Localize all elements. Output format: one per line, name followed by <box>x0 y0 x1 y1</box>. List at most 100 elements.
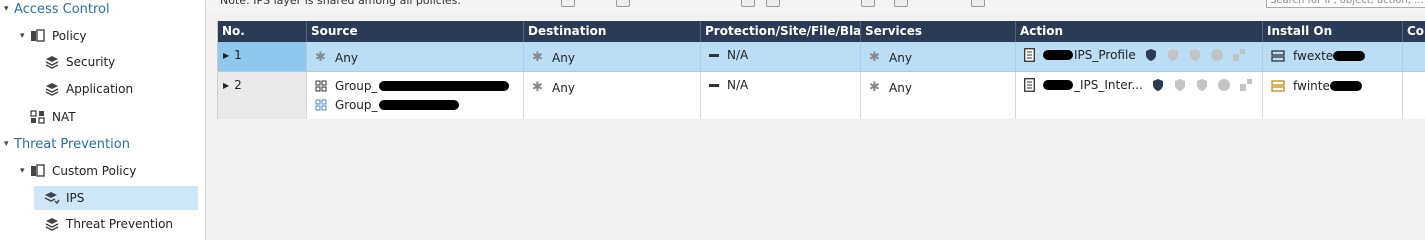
any-asterisk-icon: ✱ <box>315 50 326 65</box>
column-header-action[interactable]: Action <box>1016 21 1263 42</box>
layers-icon <box>44 81 60 97</box>
table-row[interactable]: ▶ 2 Group_ Group_ ✱ Any N/A ✱ Any _IPS_I… <box>218 72 1425 119</box>
ips-layers-icon <box>44 190 60 206</box>
collapse-caret-icon[interactable]: ▾ <box>20 31 30 41</box>
redacted-text <box>1043 50 1073 60</box>
comments-cell[interactable] <box>1403 42 1425 71</box>
tree-label: Application <box>66 82 134 96</box>
column-header-source[interactable]: Source <box>307 21 524 42</box>
install-target: fwinte <box>1293 79 1330 93</box>
redacted-text <box>1333 51 1366 61</box>
tree-label: IPS <box>66 191 85 205</box>
policy-book-icon <box>30 163 46 179</box>
rule-number-cell[interactable]: ▶ 2 <box>218 72 307 119</box>
source-value: Group_ <box>335 98 378 112</box>
protection-value: N/A <box>727 78 749 92</box>
action-cell[interactable]: _IPS_Inter... <box>1016 72 1263 119</box>
info-note: Note: IPS layer is shared among all poli… <box>220 0 461 7</box>
layers-icon <box>44 216 60 232</box>
search-input[interactable]: Search for IP, object, action, ... <box>1266 0 1425 8</box>
gateway-icon <box>1271 49 1285 63</box>
destination-cell[interactable]: ✱ Any <box>524 72 701 119</box>
destination-value: Any <box>552 50 575 65</box>
group-icon <box>315 80 327 92</box>
redacted-text <box>378 81 509 91</box>
toolbar-button[interactable] <box>741 0 755 7</box>
install-on-cell[interactable]: fwinte <box>1263 72 1403 119</box>
threat-emulation-icon <box>1210 49 1223 61</box>
install-target: fwexte <box>1293 49 1334 63</box>
tree-label: Policy <box>52 29 87 43</box>
collapse-caret-icon[interactable]: ▾ <box>4 4 14 14</box>
tree-item-threat-prevention-layer[interactable]: Threat Prevention <box>44 212 173 236</box>
toolbar-button[interactable] <box>561 0 575 7</box>
rule-number-cell[interactable]: ▶ 1 <box>218 42 307 71</box>
tree-label: NAT <box>52 110 76 124</box>
action-profile: IPS_Profile <box>1074 48 1136 62</box>
policy-toolbar: Note: IPS layer is shared among all poli… <box>206 0 1425 12</box>
app-root: ▾ Access Control ▾ Policy Security Appli… <box>0 0 1425 240</box>
destination-cell[interactable]: ✱ Any <box>524 42 701 71</box>
anti-bot-shield-icon <box>1174 79 1185 91</box>
toolbar-button[interactable] <box>894 0 908 7</box>
table-row[interactable]: ▶ 1 ✱ Any ✱ Any N/A ✱ Any IPS_Profile fw… <box>218 42 1425 72</box>
protection-cell[interactable]: N/A <box>701 72 861 119</box>
tree-label: Access Control <box>14 1 110 17</box>
source-cell[interactable]: Group_ Group_ <box>307 72 524 119</box>
any-asterisk-icon: ✱ <box>869 50 880 65</box>
tree-item-threat-prevention[interactable]: ▾ Threat Prevention <box>4 132 130 156</box>
any-asterisk-icon: ✱ <box>532 50 543 65</box>
source-value: Group_ <box>335 79 378 93</box>
tree-item-access-control[interactable]: ▾ Access Control <box>4 0 110 21</box>
services-cell[interactable]: ✱ Any <box>861 72 1016 119</box>
group-icon <box>315 99 327 111</box>
rulebase-table: No. Source Destination Protection/Site/F… <box>217 21 1425 119</box>
services-cell[interactable]: ✱ Any <box>861 42 1016 71</box>
table-header: No. Source Destination Protection/Site/F… <box>218 21 1425 42</box>
column-header-install-on[interactable]: Install On <box>1263 21 1403 42</box>
protection-value: N/A <box>727 48 749 62</box>
tree-item-application[interactable]: Application <box>44 77 133 101</box>
column-header-comments[interactable]: Com <box>1403 21 1425 42</box>
services-value: Any <box>889 50 912 65</box>
tree-label: Custom Policy <box>52 164 137 178</box>
collapse-caret-icon[interactable]: ▾ <box>20 166 30 176</box>
toolbar-button[interactable] <box>971 0 985 7</box>
cluster-gateway-icon <box>1271 79 1285 93</box>
tree-item-policy[interactable]: ▾ Policy <box>20 24 87 48</box>
action-profile: _IPS_Inter... <box>1074 78 1143 92</box>
services-value: Any <box>889 80 912 95</box>
expand-caret-icon[interactable]: ▶ <box>223 81 229 90</box>
tree-item-custom-policy[interactable]: ▾ Custom Policy <box>20 159 136 183</box>
anti-bot-shield-icon <box>1167 49 1178 61</box>
action-cell[interactable]: IPS_Profile <box>1016 42 1263 71</box>
source-cell[interactable]: ✱ Any <box>307 42 524 71</box>
anti-virus-shield-icon <box>1196 79 1207 91</box>
column-header-no[interactable]: No. <box>218 21 307 42</box>
destination-value: Any <box>552 80 575 95</box>
ips-shield-icon <box>1145 49 1156 61</box>
column-header-destination[interactable]: Destination <box>524 21 701 42</box>
tree-item-ips[interactable]: IPS <box>34 186 198 210</box>
toolbar-button[interactable] <box>861 0 875 7</box>
threat-extraction-icon <box>1232 49 1245 61</box>
tree-label: Threat Prevention <box>14 136 130 152</box>
ips-shield-icon <box>1152 79 1163 91</box>
none-dash-icon <box>709 53 719 57</box>
toolbar-button[interactable] <box>616 0 630 7</box>
comments-cell[interactable] <box>1403 72 1425 119</box>
expand-caret-icon[interactable]: ▶ <box>223 51 229 60</box>
install-on-cell[interactable]: fwexte <box>1263 42 1403 71</box>
collapse-caret-icon[interactable]: ▾ <box>4 139 14 149</box>
column-header-protection[interactable]: Protection/Site/File/Blade <box>701 21 861 42</box>
tree-item-nat[interactable]: NAT <box>30 105 76 129</box>
tree-label: Threat Prevention <box>66 217 174 231</box>
rule-number: 2 <box>234 78 242 92</box>
column-header-services[interactable]: Services <box>861 21 1016 42</box>
any-asterisk-icon: ✱ <box>532 80 543 95</box>
protection-cell[interactable]: N/A <box>701 42 861 71</box>
toolbar-button[interactable] <box>766 0 780 7</box>
tree-label: Security <box>66 55 116 69</box>
tree-item-security[interactable]: Security <box>44 50 115 74</box>
source-value: Any <box>335 50 358 65</box>
